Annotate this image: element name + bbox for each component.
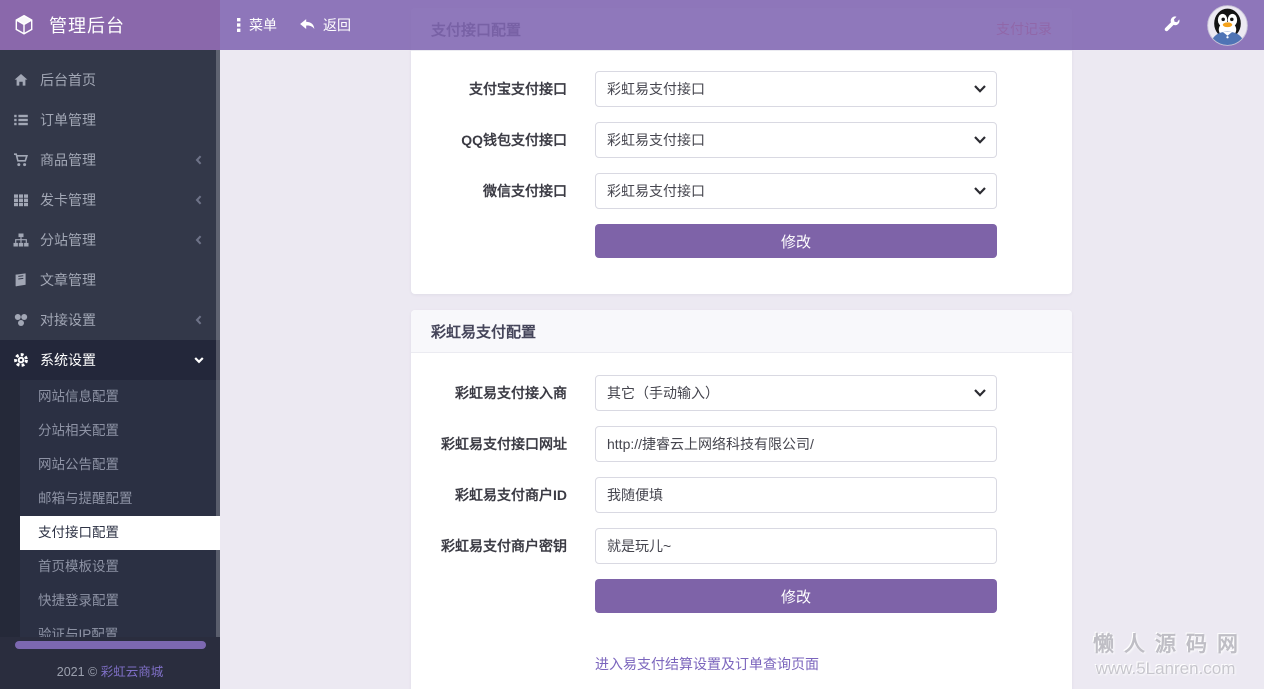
submenu-item-quick-login[interactable]: 快捷登录配置 — [20, 584, 220, 618]
epay-settlement-link[interactable]: 进入易支付结算设置及订单查询页面 — [595, 654, 819, 674]
sidebar-item-label: 后台首页 — [40, 72, 96, 88]
form-label: 微信支付接口 — [483, 183, 567, 199]
chevron-left-icon — [192, 153, 206, 167]
copyright: 2021 © 彩虹云商城 — [0, 661, 220, 680]
content-column: 支付接口配置 支付记录 支付宝支付接口 彩虹易支付接口 — [411, 8, 1072, 689]
form-row: 彩虹易支付接入商 其它（手动输入） — [411, 375, 1072, 411]
submenu-item-site-info[interactable]: 网站信息配置 — [20, 380, 220, 414]
sidebar-item-label: 文章管理 — [40, 272, 96, 288]
site-name-link[interactable]: 彩虹云商城 — [101, 665, 164, 679]
sidebar-item-label: 商品管理 — [40, 152, 96, 168]
form-label: 彩虹易支付商户密钥 — [441, 538, 567, 554]
submenu-item-announcement[interactable]: 网站公告配置 — [20, 448, 220, 482]
menu-button[interactable]: 菜单 — [236, 15, 277, 35]
form-row: 彩虹易支付商户ID — [411, 477, 1072, 513]
form-label: 彩虹易支付接口网址 — [441, 436, 567, 452]
sidebar-vertical-scrollbar[interactable] — [216, 50, 220, 638]
kebab-menu-icon — [236, 17, 242, 33]
back-label: 返回 — [323, 17, 351, 33]
sidebar-item-label: 对接设置 — [40, 312, 96, 328]
chevron-left-icon — [192, 193, 206, 207]
submenu-item-substation-config[interactable]: 分站相关配置 — [20, 414, 220, 448]
topbar-right — [1163, 4, 1248, 46]
epay-merchant-id-input[interactable] — [595, 477, 997, 513]
form-label: 彩虹易支付接入商 — [455, 385, 567, 401]
cubes-icon — [13, 312, 29, 328]
epay-merchant-key-input[interactable] — [595, 528, 997, 564]
alipay-interface-select[interactable]: 彩虹易支付接口 — [595, 71, 997, 107]
wechat-interface-select[interactable]: 彩虹易支付接口 — [595, 173, 997, 209]
sitemap-icon — [13, 232, 29, 248]
watermark-title: 懒人源码网 — [1093, 633, 1248, 656]
brand[interactable]: 管理后台 — [0, 0, 220, 50]
sidebar: 管理后台 后台首页 订单管理 商品管理 发卡管理 分站管理 文章管理 对接设置 … — [0, 0, 220, 689]
sidebar-horizontal-scrollbar[interactable] — [15, 641, 206, 649]
gear-icon — [13, 352, 29, 368]
submenu-item-payment-interface[interactable]: 支付接口配置 — [20, 516, 220, 550]
form-row: 支付宝支付接口 彩虹易支付接口 — [411, 71, 1072, 107]
watermark-url: www.5Lanren.com — [1095, 659, 1236, 678]
grid-icon — [13, 192, 29, 208]
sidebar-item-label: 分站管理 — [40, 232, 96, 248]
brand-title: 管理后台 — [49, 16, 125, 36]
card-title: 彩虹易支付配置 — [431, 323, 537, 341]
sidebar-item-home[interactable]: 后台首页 — [0, 60, 220, 100]
card-epay-config: 彩虹易支付配置 彩虹易支付接入商 其它（手动输入） 彩虹易支付接口网址 http… — [411, 310, 1072, 689]
sidebar-nav: 后台首页 订单管理 商品管理 发卡管理 分站管理 文章管理 对接设置 系统设置 … — [0, 50, 220, 652]
cube-logo-icon — [13, 14, 35, 36]
submenu-system-settings: 网站信息配置 分站相关配置 网站公告配置 邮箱与提醒配置 支付接口配置 首页模板… — [0, 380, 220, 652]
app-root: 管理后台 后台首页 订单管理 商品管理 发卡管理 分站管理 文章管理 对接设置 … — [0, 0, 1264, 689]
form-row: QQ钱包支付接口 彩虹易支付接口 — [411, 122, 1072, 158]
card-payment-interface: 支付接口配置 支付记录 支付宝支付接口 彩虹易支付接口 — [411, 8, 1072, 294]
back-button[interactable]: 返回 — [299, 15, 351, 35]
chevron-left-icon — [192, 233, 206, 247]
book-icon — [13, 272, 29, 288]
submenu-item-home-template[interactable]: 首页模板设置 — [20, 550, 220, 584]
sidebar-item-integration[interactable]: 对接设置 — [0, 300, 220, 340]
menu-label: 菜单 — [249, 17, 277, 33]
topbar: 菜单 返回 — [220, 0, 1264, 50]
chevron-down-icon — [192, 353, 206, 367]
back-arrow-icon — [299, 18, 316, 32]
form-label: 彩虹易支付商户ID — [455, 487, 567, 503]
user-avatar[interactable] — [1207, 4, 1248, 46]
epay-gateway-url-input[interactable] — [595, 426, 997, 462]
home-icon — [13, 72, 29, 88]
main-area: 支付接口配置 支付记录 支付宝支付接口 彩虹易支付接口 — [220, 0, 1264, 689]
cart-icon — [13, 152, 29, 168]
epay-provider-select[interactable]: 其它（手动输入） — [595, 375, 997, 411]
sidebar-item-label: 系统设置 — [40, 352, 96, 368]
sidebar-item-orders[interactable]: 订单管理 — [0, 100, 220, 140]
sidebar-item-products[interactable]: 商品管理 — [0, 140, 220, 180]
wrench-icon[interactable] — [1163, 16, 1181, 34]
sidebar-item-substations[interactable]: 分站管理 — [0, 220, 220, 260]
qq-wallet-interface-select[interactable]: 彩虹易支付接口 — [595, 122, 997, 158]
sidebar-item-label: 订单管理 — [40, 112, 96, 128]
submenu-item-mail-notice[interactable]: 邮箱与提醒配置 — [20, 482, 220, 516]
sidebar-item-cards[interactable]: 发卡管理 — [0, 180, 220, 220]
form-label: 支付宝支付接口 — [469, 81, 567, 97]
card-header: 彩虹易支付配置 — [411, 310, 1072, 353]
modify-button[interactable]: 修改 — [595, 224, 997, 258]
form-row: 彩虹易支付商户密钥 — [411, 528, 1072, 564]
chevron-left-icon — [192, 313, 206, 327]
form-row: 彩虹易支付接口网址 — [411, 426, 1072, 462]
list-icon — [13, 112, 29, 128]
modify-button[interactable]: 修改 — [595, 579, 997, 613]
form-label: QQ钱包支付接口 — [461, 132, 567, 148]
sidebar-footer: 2021 © 彩虹云商城 — [0, 637, 220, 689]
copyright-year: 2021 © — [56, 665, 98, 679]
watermark: 懒人源码网 www.5Lanren.com — [1083, 628, 1248, 679]
form-row: 微信支付接口 彩虹易支付接口 — [411, 173, 1072, 209]
sidebar-item-label: 发卡管理 — [40, 192, 96, 208]
sidebar-item-system-settings[interactable]: 系统设置 — [0, 340, 220, 380]
sidebar-item-articles[interactable]: 文章管理 — [0, 260, 220, 300]
